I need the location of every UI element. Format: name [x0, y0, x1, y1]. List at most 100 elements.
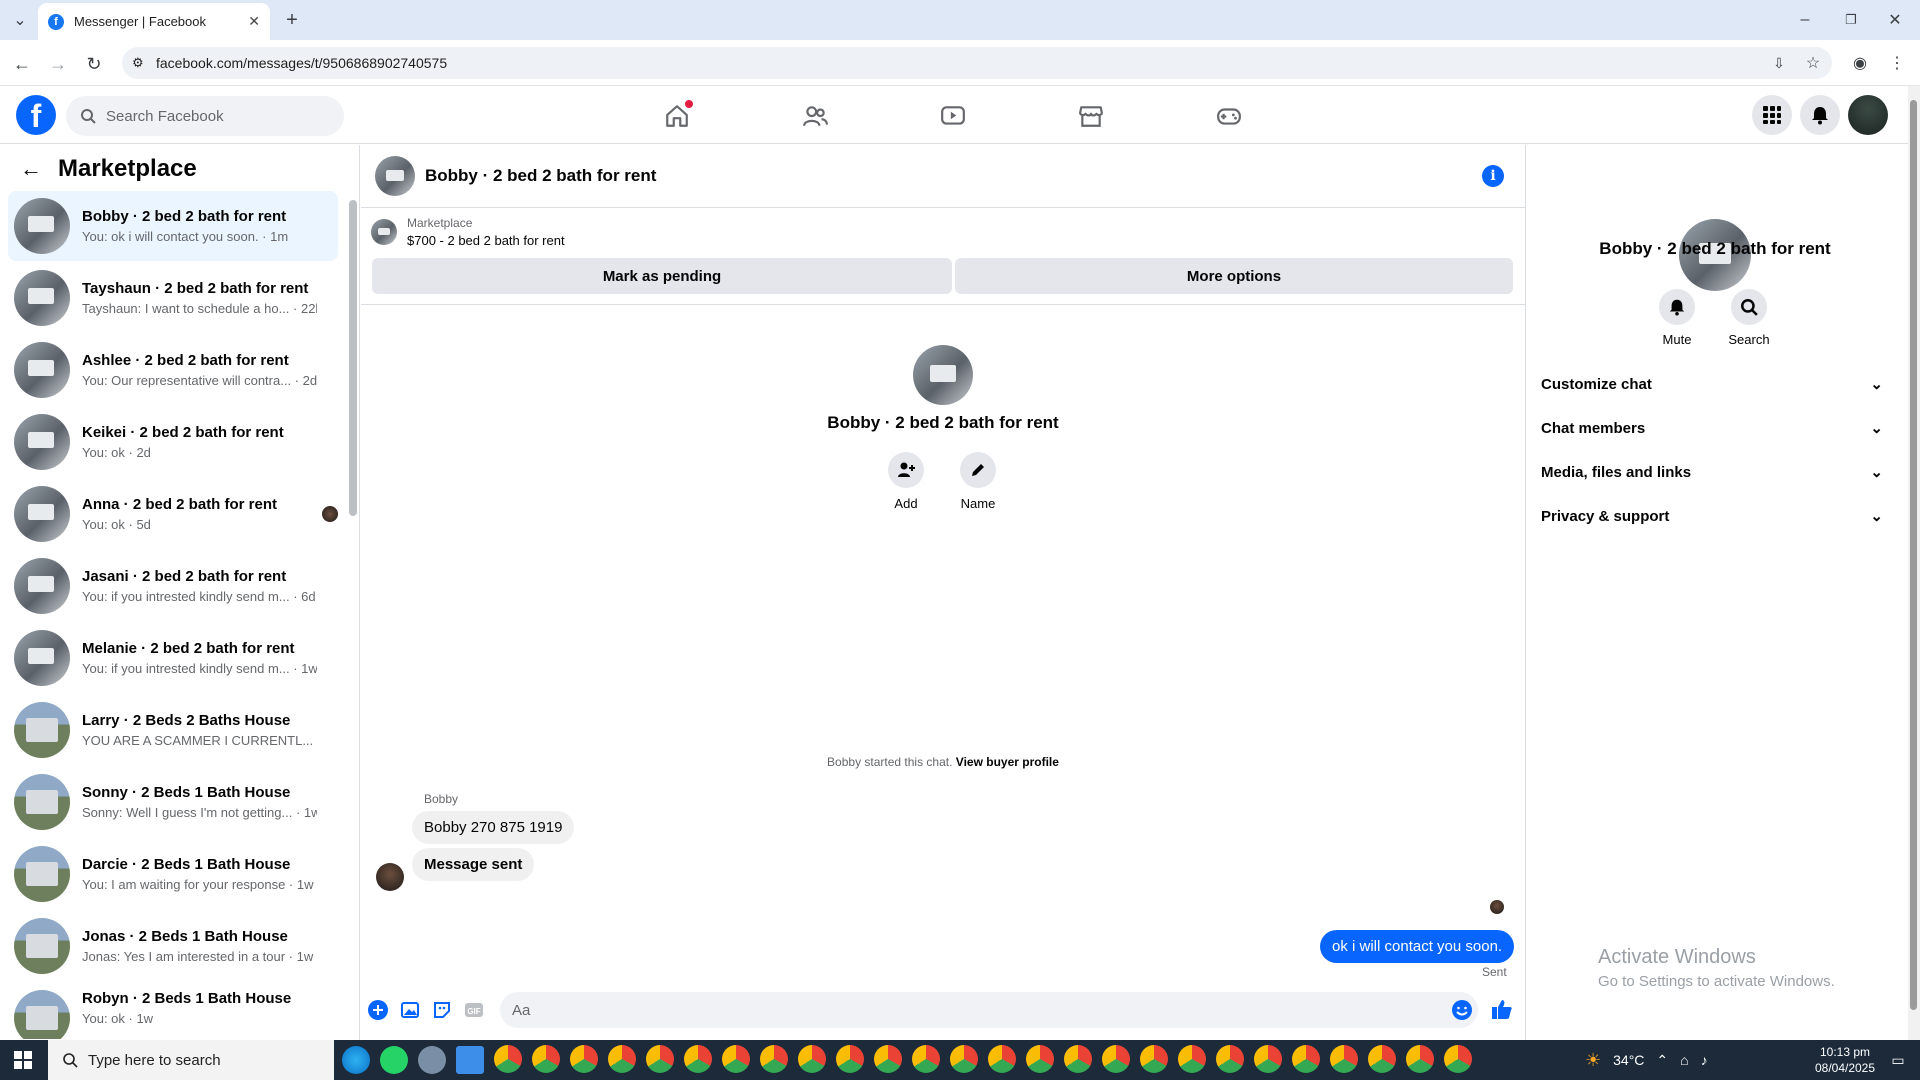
menu-grid-button[interactable]: [1752, 95, 1792, 135]
customize-chat-section[interactable]: Customize chat ⌄: [1541, 364, 1891, 404]
attach-photo-button[interactable]: [399, 999, 421, 1021]
site-info-icon[interactable]: ⚙: [132, 55, 144, 71]
message-input[interactable]: [500, 992, 1478, 1028]
tab-list-chevron-icon[interactable]: ⌄: [8, 8, 32, 32]
more-options-button[interactable]: More options: [955, 258, 1513, 294]
outgoing-message[interactable]: ok i will contact you soon.: [1320, 930, 1515, 963]
chrome-app-icon[interactable]: [1254, 1045, 1282, 1073]
sidebar-scrollbar[interactable]: [349, 200, 357, 516]
chrome-app-icon[interactable]: [722, 1045, 750, 1073]
whatsapp-app-icon[interactable]: [380, 1046, 408, 1074]
conversation-item[interactable]: Ashlee · 2 bed 2 bath for rent You: Our r…: [8, 335, 338, 405]
start-button[interactable]: [0, 1040, 46, 1080]
privacy-support-section[interactable]: Privacy & support ⌄: [1541, 496, 1891, 536]
chrome-app-icon[interactable]: [684, 1045, 712, 1073]
chrome-app-icon[interactable]: [1330, 1045, 1358, 1073]
nav-marketplace[interactable]: [1061, 98, 1121, 134]
chrome-app-icon[interactable]: [1216, 1045, 1244, 1073]
chrome-app-icon[interactable]: [1064, 1045, 1092, 1073]
back-button[interactable]: ←: [8, 50, 36, 78]
bookmark-star-icon[interactable]: ☆: [1800, 50, 1826, 76]
nav-video[interactable]: [923, 98, 983, 134]
conversation-item[interactable]: Bobby · 2 bed 2 bath for rent You: ok i w…: [8, 191, 338, 261]
chrome-app-icon[interactable]: [1368, 1045, 1396, 1073]
chat-members-section[interactable]: Chat members ⌄: [1541, 408, 1891, 448]
minimize-window-button[interactable]: –: [1790, 8, 1820, 32]
nav-friends[interactable]: [785, 98, 845, 134]
chrome-app-icon[interactable]: [1444, 1045, 1472, 1073]
chrome-app-icon[interactable]: [608, 1045, 636, 1073]
chat-header[interactable]: Bobby · 2 bed 2 bath for rent: [361, 145, 1526, 208]
chrome-app-icon[interactable]: [1140, 1045, 1168, 1073]
gif-button[interactable]: GIF: [463, 999, 485, 1021]
profile-icon[interactable]: ◉: [1847, 50, 1873, 76]
conversation-item[interactable]: Jonas · 2 Beds 1 Bath House Jonas: Yes I …: [8, 911, 338, 981]
conversation-item[interactable]: Tayshaun · 2 bed 2 bath for rent Tayshaun…: [8, 263, 338, 333]
notification-center-icon[interactable]: ▭: [1886, 1048, 1910, 1072]
search-chat-button[interactable]: Search: [1719, 289, 1779, 347]
account-avatar[interactable]: [1848, 95, 1888, 135]
more-actions-button[interactable]: [367, 999, 389, 1021]
reload-button[interactable]: ↻: [80, 50, 108, 78]
new-tab-button[interactable]: +: [280, 8, 304, 32]
chrome-app-icon[interactable]: [532, 1045, 560, 1073]
taskbar-clock[interactable]: 10:13 pm 08/04/2025: [1810, 1044, 1880, 1076]
chrome-app-icon[interactable]: [646, 1045, 674, 1073]
weather-icon[interactable]: ☀: [1585, 1050, 1601, 1071]
restore-window-button[interactable]: ❐: [1836, 8, 1866, 32]
close-tab-icon[interactable]: ✕: [248, 13, 260, 30]
like-button[interactable]: [1491, 998, 1513, 1020]
listing-summary[interactable]: Marketplace $700 - 2 bed 2 bath for rent: [371, 216, 565, 248]
browser-menu-icon[interactable]: ⋮: [1884, 50, 1910, 76]
conversation-item[interactable]: Melanie · 2 bed 2 bath for rent You: if y…: [8, 623, 338, 693]
chrome-app-icon[interactable]: [1026, 1045, 1054, 1073]
page-scrollbar[interactable]: [1908, 86, 1920, 1040]
edge-app-icon[interactable]: [342, 1046, 370, 1074]
conversation-item[interactable]: Darcie · 2 Beds 1 Bath House You: I am wa…: [8, 839, 338, 909]
name-button[interactable]: Name: [938, 452, 1018, 511]
chrome-app-icon[interactable]: [988, 1045, 1016, 1073]
chrome-app-icon[interactable]: [570, 1045, 598, 1073]
media-files-links-section[interactable]: Media, files and links ⌄: [1541, 452, 1891, 492]
forward-button[interactable]: →: [44, 50, 72, 78]
mute-button[interactable]: Mute: [1647, 289, 1707, 347]
address-bar[interactable]: ⚙ facebook.com/messages/t/95068689027405…: [122, 47, 1832, 79]
file-explorer-icon[interactable]: [456, 1046, 484, 1074]
view-buyer-profile-link[interactable]: View buyer profile: [956, 755, 1059, 769]
conversation-item[interactable]: Keikei · 2 bed 2 bath for rent You: ok · …: [8, 407, 338, 477]
chrome-app-icon[interactable]: [1406, 1045, 1434, 1073]
install-app-icon[interactable]: ⇩: [1766, 50, 1792, 76]
mark-as-pending-button[interactable]: Mark as pending: [372, 258, 952, 294]
chrome-app-icon[interactable]: [798, 1045, 826, 1073]
notifications-button[interactable]: [1800, 95, 1840, 135]
back-arrow-icon[interactable]: ←: [20, 156, 42, 182]
chrome-app-icon[interactable]: [950, 1045, 978, 1073]
conversation-item[interactable]: Larry · 2 Beds 2 Baths House YOU ARE A SC…: [8, 695, 338, 765]
nav-home[interactable]: [647, 98, 707, 134]
conversation-item[interactable]: Robyn · 2 Beds 1 Bath House You: ok · 1w: [8, 983, 338, 1039]
facebook-logo[interactable]: f: [16, 95, 56, 135]
chrome-app-icon[interactable]: [1178, 1045, 1206, 1073]
chrome-app-icon[interactable]: [1102, 1045, 1130, 1073]
chevron-up-icon[interactable]: ⌃: [1656, 1052, 1668, 1069]
chrome-app-icon[interactable]: [912, 1045, 940, 1073]
chrome-app-icon[interactable]: [874, 1045, 902, 1073]
facebook-search-input[interactable]: Search Facebook: [66, 96, 344, 136]
chrome-app-icon[interactable]: [836, 1045, 864, 1073]
emoji-button[interactable]: [1451, 999, 1473, 1021]
nav-gaming[interactable]: [1199, 98, 1259, 134]
chrome-app-icon[interactable]: [1292, 1045, 1320, 1073]
incoming-message[interactable]: Bobby 270 875 1919: [412, 811, 575, 844]
volume-icon[interactable]: ♪: [1701, 1052, 1708, 1068]
add-button[interactable]: Add: [866, 452, 946, 511]
conversation-item[interactable]: Sonny · 2 Beds 1 Bath House Sonny: Well I…: [8, 767, 338, 837]
taskbar-app-icon[interactable]: [418, 1046, 446, 1074]
close-window-button[interactable]: ✕: [1880, 8, 1910, 32]
info-icon[interactable]: i: [1482, 165, 1504, 187]
sender-avatar[interactable]: [376, 863, 404, 891]
sticker-button[interactable]: [431, 999, 453, 1021]
chrome-app-icon[interactable]: [760, 1045, 788, 1073]
conversation-item[interactable]: Anna · 2 bed 2 bath for rent You: ok · 5d: [8, 479, 338, 549]
chrome-app-icon[interactable]: [494, 1045, 522, 1073]
page-scrollbar-thumb[interactable]: [1910, 100, 1917, 1010]
